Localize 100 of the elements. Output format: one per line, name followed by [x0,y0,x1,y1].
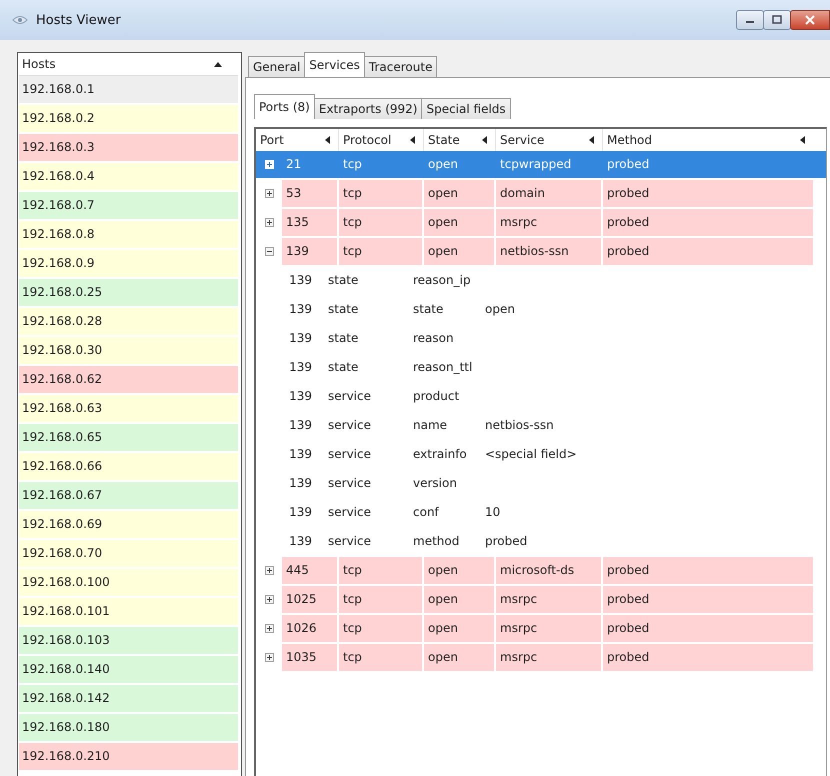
table-cell: msrpc [496,644,603,671]
close-button[interactable] [790,10,830,30]
table-cell-text: 139 [288,446,313,463]
host-row[interactable]: 192.168.0.30 [19,337,238,364]
port-row[interactable]: 1035 tcp open msrpc probed [256,644,826,671]
table-cell: tcp [339,586,424,613]
table-cell-text: method [413,533,460,550]
table-cell: msrpc [496,209,603,236]
tab[interactable]: Special fields [421,98,511,119]
expand-icon[interactable] [264,566,274,575]
host-row[interactable]: 192.168.0.8 [19,221,238,248]
port-row[interactable]: 445 tcp open microsoft-ds probed [256,557,826,584]
table-cell-text: 139 [288,330,313,347]
table-cell-text: 10 [485,504,502,521]
host-row[interactable]: 192.168.0.3 [19,134,238,161]
expand-icon[interactable] [264,595,274,604]
host-row[interactable]: 192.168.0.2 [19,105,238,132]
host-row[interactable]: 192.168.0.180 [19,714,238,741]
close-icon [804,15,816,25]
table-cell: 1025 [282,586,339,613]
minimize-button[interactable] [736,10,764,30]
host-row[interactable]: 192.168.0.101 [19,598,238,625]
port-row[interactable]: 53 tcp open domain probed [256,180,826,207]
table-cell: probed [603,238,813,265]
table-cell-text: state [413,301,444,318]
host-row[interactable]: 192.168.0.103 [19,627,238,654]
table-cell-text: state [328,301,360,318]
table-cell-text: 139 [288,504,313,521]
table-cell-text: 139 [288,272,313,289]
table-cell: probed [603,644,813,671]
table-cell-text: open [485,301,516,318]
tab[interactable]: Extraports (992) [314,98,422,119]
table-cell: 1026 [282,615,339,642]
window-title: Hosts Viewer [36,12,121,28]
expand-icon[interactable] [264,160,274,169]
expand-icon[interactable] [264,189,274,198]
table-cell: tcp [339,644,424,671]
maximize-button[interactable] [763,10,791,30]
table-cell-text: service [328,388,372,405]
table-cell: msrpc [496,615,603,642]
table-cell-text: extrainfo [413,446,468,463]
table-cell-text: reason_ip [413,272,472,289]
host-row[interactable]: 192.168.0.140 [19,656,238,683]
table-cell: 445 [282,557,339,584]
host-row[interactable]: 192.168.0.28 [19,308,238,335]
table-cell: microsoft-ds [496,557,603,584]
host-row[interactable]: 192.168.0.25 [19,279,238,306]
table-cell-text: service [328,475,372,492]
column-header[interactable]: Method [603,129,813,151]
port-row[interactable]: 135 tcp open msrpc probed [256,209,826,236]
table-cell: open [424,644,496,671]
port-row[interactable]: 1025 tcp open msrpc probed [256,586,826,613]
host-row[interactable]: 192.168.0.142 [19,685,238,712]
sort-ascending-icon [214,62,222,66]
host-row[interactable]: 192.168.0.1 [19,76,238,103]
host-row[interactable]: 192.168.0.69 [19,511,238,538]
table-cell: tcp [339,615,424,642]
table-cell: tcp [339,209,424,236]
table-cell-text: service [328,504,372,521]
tab[interactable]: Traceroute [364,56,438,77]
host-row[interactable]: 192.168.0.63 [19,395,238,422]
table-cell: msrpc [496,586,603,613]
host-row[interactable]: 192.168.0.7 [19,192,238,219]
expand-icon[interactable] [264,218,274,227]
table-cell-text: probed [485,533,528,550]
port-row[interactable]: 139 tcp open netbios-ssn probed [256,238,826,265]
table-cell-text: 139 [288,388,313,405]
table-cell: 135 [282,209,339,236]
table-cell: tcp [339,238,424,265]
table-cell-text: state [328,272,360,289]
table-cell: 1035 [282,644,339,671]
table-cell: probed [603,615,813,642]
port-row[interactable]: 1026 tcp open msrpc probed [256,615,826,642]
host-row[interactable]: 192.168.0.210 [19,743,238,770]
host-row[interactable]: 192.168.0.9 [19,250,238,277]
expand-icon[interactable] [264,624,274,633]
table-cell: netbios-ssn [496,238,603,265]
expand-icon[interactable] [264,653,274,662]
tab[interactable]: Services [304,52,365,77]
table-cell: tcp [339,557,424,584]
table-cell: 53 [282,180,339,207]
host-row[interactable]: 192.168.0.100 [19,569,238,596]
tab[interactable]: Ports (8) [254,94,315,119]
table-cell-text: service [328,417,372,434]
port-row[interactable]: 21 tcp open tcpwrapped probed [256,151,826,178]
sort-arrow-icon [589,136,594,144]
table-cell-text: version [413,475,458,492]
host-row[interactable]: 192.168.0.4 [19,163,238,190]
table-cell: probed [603,557,813,584]
host-row[interactable]: 192.168.0.65 [19,424,238,451]
host-row[interactable]: 192.168.0.70 [19,540,238,567]
table-cell-text: product [413,388,460,405]
tab[interactable]: General [248,56,306,77]
table-cell: probed [603,209,813,236]
host-row[interactable]: 192.168.0.67 [19,482,238,509]
collapse-icon[interactable] [264,247,274,256]
table-cell: open [424,557,496,584]
host-row[interactable]: 192.168.0.66 [19,453,238,480]
table-cell-text: service [328,533,372,550]
host-row[interactable]: 192.168.0.62 [19,366,238,393]
